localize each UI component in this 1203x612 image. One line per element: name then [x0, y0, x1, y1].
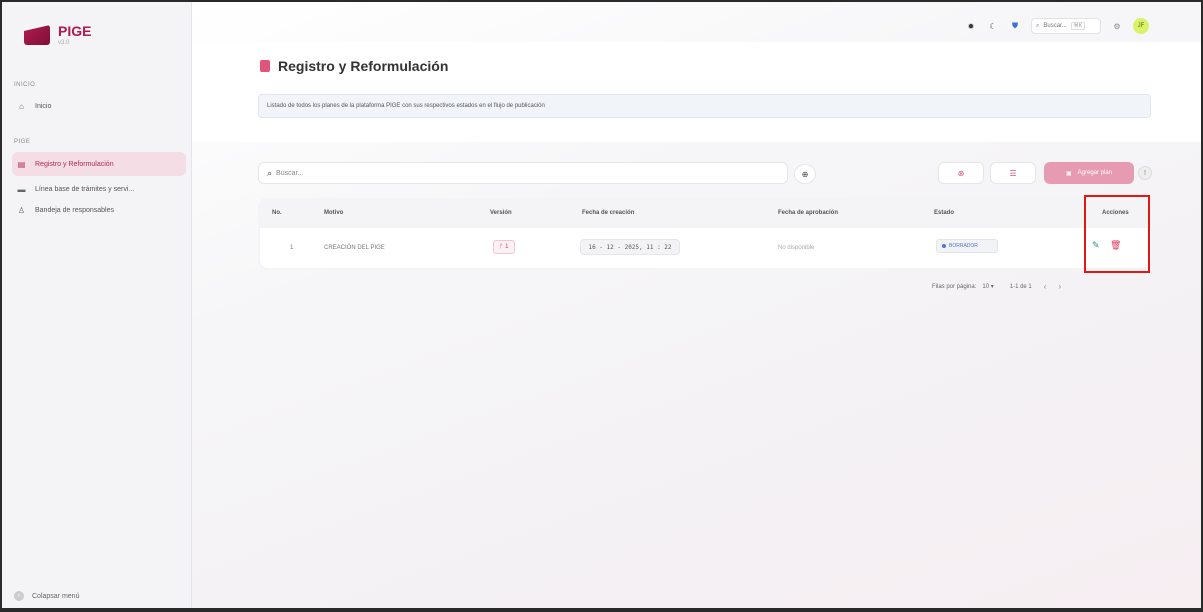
- settings-icon[interactable]: ⚙: [1111, 20, 1123, 32]
- rows-per-page-label: Filas por página:: [932, 283, 977, 290]
- info-icon[interactable]: !: [1138, 166, 1152, 180]
- table-row[interactable]: 1 CREACIÓN DEL PIGE ᚠ 1 16 - 12 - 2025, …: [260, 228, 1151, 268]
- branch-icon: ᚠ: [499, 244, 504, 250]
- page-title-text: Registro y Reformulación: [278, 58, 449, 74]
- created-date: 16 - 12 - 2025, 11 : 22: [580, 239, 680, 255]
- search-shortcut: ⌘K: [1070, 22, 1086, 30]
- global-search[interactable]: ⌕ Buscar... ⌘K: [1031, 18, 1101, 34]
- sidebar-item-registro[interactable]: ▤ Registro y Reformulación: [12, 152, 186, 176]
- column-header-estado[interactable]: Estado: [934, 210, 954, 216]
- list-view-button[interactable]: ☰: [990, 162, 1036, 184]
- list-icon: ☰: [1009, 168, 1017, 178]
- logo[interactable]: PIGE v3.0: [24, 24, 91, 46]
- sidebar-item-bandeja[interactable]: ♙ Bandeja de responsables: [12, 198, 186, 222]
- document-icon: [260, 60, 270, 72]
- cell-fecha-aprobacion: No disponible: [778, 245, 815, 251]
- delete-icon[interactable]: 🗑: [1110, 240, 1121, 251]
- section-label-inicio: INICIO: [14, 82, 36, 88]
- status-badge: BORRADOR: [936, 239, 998, 253]
- cell-no: 1: [290, 245, 294, 251]
- page-title: Registro y Reformulación: [260, 58, 448, 74]
- search-input[interactable]: ⌕ Buscar...: [258, 162, 788, 184]
- avatar[interactable]: JF: [1133, 18, 1149, 34]
- logo-title: PIGE: [58, 23, 92, 39]
- sidebar-item-label: Inicio: [35, 102, 52, 110]
- page-description: Listado de todos los planes de la plataf…: [258, 94, 1151, 118]
- column-header-motivo[interactable]: Motivo: [324, 210, 343, 216]
- clear-filter-button[interactable]: ⊗: [938, 162, 984, 184]
- add-plan-label: Agregar plan: [1077, 170, 1113, 176]
- search-plus-icon: ⊕: [801, 169, 809, 179]
- column-header-version[interactable]: Versión: [490, 210, 512, 216]
- column-header-fecha-creacion[interactable]: Fecha de creación: [582, 210, 634, 216]
- pagination: Filas por página: 10 ▾ 1-1 de 1 ‹ ›: [932, 282, 1061, 291]
- plus-icon: ▣: [1065, 170, 1072, 177]
- rows-per-page-select[interactable]: 10 ▾: [982, 283, 993, 290]
- briefcase-icon: ▬: [17, 184, 26, 194]
- sidebar-item-inicio[interactable]: ⌂ Inicio: [12, 94, 186, 118]
- version-badge: ᚠ 1: [493, 240, 515, 254]
- sidebar-item-label: Registro y Reformulación: [35, 160, 114, 168]
- filter-off-icon: ⊗: [957, 168, 965, 178]
- sidebar-item-label: Bandeja de responsables: [35, 206, 115, 214]
- chevron-down-icon: ▾: [990, 284, 994, 290]
- page-header: Registro y Reformulación Listado de todo…: [192, 42, 1201, 142]
- search-icon: ⌕: [267, 167, 273, 178]
- logo-subtitle: v3.0: [58, 40, 70, 46]
- moon-icon[interactable]: ☾: [987, 20, 999, 32]
- main-content: ✹ ☾ ⛊ ⌕ Buscar... ⌘K ⚙ JF Registro y Ref…: [192, 2, 1201, 608]
- edit-icon[interactable]: ✎: [1092, 240, 1100, 251]
- search-icon: ⌕: [1036, 22, 1040, 29]
- chevron-left-icon[interactable]: ‹: [1044, 282, 1047, 291]
- topbar: ✹ ☾ ⛊ ⌕ Buscar... ⌘K ⚙ JF: [965, 16, 1149, 36]
- app-window: PIGE v3.0 INICIO ⌂ Inicio PIGE ▤ Registr…: [0, 0, 1203, 612]
- column-header-no[interactable]: No.: [272, 210, 282, 216]
- column-header-fecha-aprobacion[interactable]: Fecha de aprobación: [778, 210, 838, 216]
- sidebar-item-label: Línea base de trámites y servi...: [35, 185, 135, 193]
- version-value: 1: [505, 244, 509, 250]
- chevron-right-icon[interactable]: ›: [1058, 282, 1061, 291]
- section-label-pige: PIGE: [14, 139, 31, 145]
- collapse-menu-button[interactable]: ‹ Colapsar menú: [14, 591, 79, 601]
- sun-icon[interactable]: ✹: [965, 20, 977, 32]
- advanced-search-button[interactable]: ⊕: [794, 164, 816, 184]
- global-search-placeholder: Buscar...: [1043, 23, 1067, 29]
- rows-per-page-value: 10: [982, 284, 990, 290]
- add-plan-button[interactable]: ▣ Agregar plan: [1044, 162, 1134, 184]
- home-icon: ⌂: [19, 101, 24, 111]
- sidebar: PIGE v3.0 INICIO ⌂ Inicio PIGE ▤ Registr…: [2, 2, 192, 608]
- pagination-range: 1-1 de 1: [1009, 283, 1032, 290]
- shield-icon[interactable]: ⛊: [1009, 20, 1021, 32]
- plans-table: No. Motivo Versión Fecha de creación Fec…: [258, 198, 1153, 270]
- column-header-acciones: Acciones: [1102, 210, 1129, 216]
- users-icon: ♙: [17, 205, 26, 215]
- status-dot-icon: [942, 244, 946, 248]
- collapse-menu-label: Colapsar menú: [32, 592, 80, 600]
- logo-icon: [24, 25, 50, 45]
- status-label: BORRADOR: [949, 243, 978, 249]
- search-placeholder: Buscar...: [276, 169, 304, 177]
- document-icon: ▤: [17, 159, 26, 169]
- collapse-icon: ‹: [14, 591, 24, 601]
- cell-motivo: CREACIÓN DEL PIGE: [324, 245, 385, 251]
